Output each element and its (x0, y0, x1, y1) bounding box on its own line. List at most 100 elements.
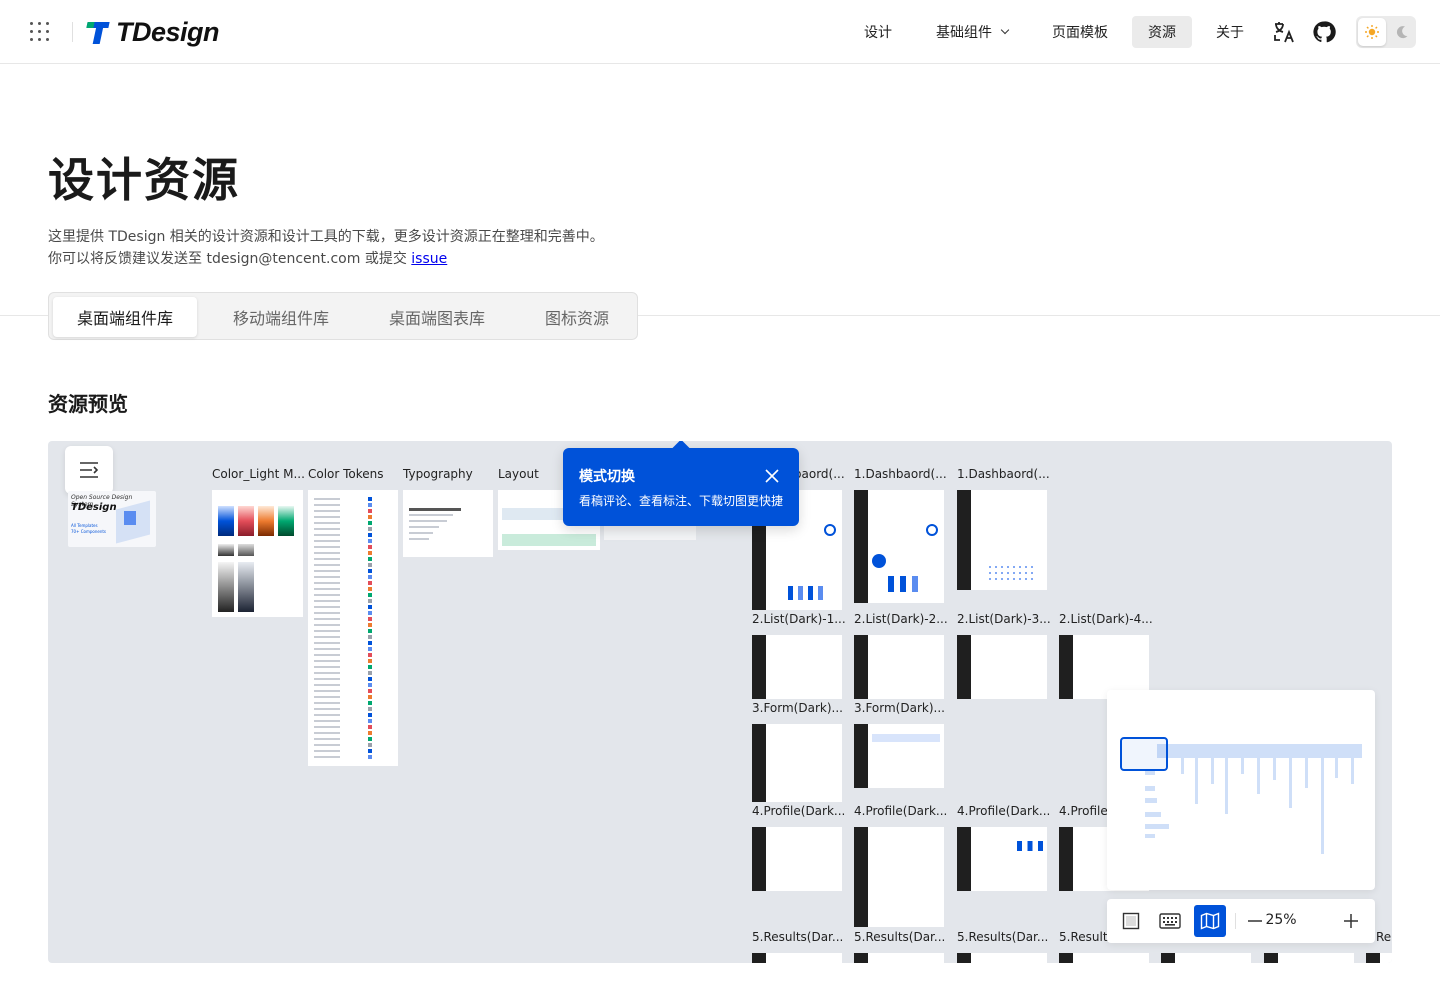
nav-design[interactable]: 设计 (852, 16, 904, 48)
frame-thumbnail-profile-1[interactable] (752, 827, 842, 891)
token-row (314, 618, 340, 620)
token-swatch (368, 665, 372, 669)
frame-thumbnail-results-2[interactable] (854, 953, 944, 963)
token-swatch (368, 605, 372, 609)
frame-thumbnail-list-3[interactable] (957, 635, 1047, 699)
nav-about[interactable]: 关于 (1204, 16, 1256, 48)
frame-thumbnail-profile-3[interactable] (957, 827, 1047, 891)
token-row (314, 612, 340, 614)
token-row (314, 678, 340, 680)
frame-thumbnail-list-1[interactable] (752, 635, 842, 699)
tab-mobile-components[interactable]: 移动端组件库 (209, 297, 353, 337)
token-row (314, 606, 340, 608)
token-row (314, 576, 340, 578)
token-swatch (368, 701, 372, 705)
frame-thumbnail-typography[interactable] (403, 490, 493, 557)
cover-graphic-block (124, 511, 136, 525)
token-row (314, 510, 340, 512)
token-row (314, 654, 340, 656)
frame-label: 5.Results(Dar... (957, 930, 1049, 944)
tab-desktop-charts[interactable]: 桌面端图表库 (365, 297, 509, 337)
frame-thumbnail-results-5[interactable] (1161, 953, 1251, 963)
nav-design-label: 设计 (864, 25, 892, 41)
nav-templates[interactable]: 页面模板 (1040, 16, 1120, 48)
zoom-in-button[interactable] (1335, 905, 1367, 937)
keyboard-shortcuts-button[interactable] (1154, 905, 1186, 937)
token-swatch (368, 497, 372, 501)
token-row (314, 504, 340, 506)
tab-desktop-components-label: 桌面端组件库 (76, 309, 173, 328)
frame-label: 2.List(Dark)-3... (957, 612, 1051, 626)
menu-icon (80, 462, 99, 478)
frame-thumbnail-results-1[interactable] (752, 953, 842, 963)
frame-thumbnail-hidden[interactable] (604, 526, 696, 540)
nav-components-label: 基础组件 (936, 25, 992, 41)
minimap-panel[interactable] (1107, 690, 1375, 890)
frame-thumbnail-dashboard-3[interactable] (957, 490, 1047, 590)
frame-thumbnail-results-3[interactable] (957, 953, 1047, 963)
keyboard-icon (1159, 913, 1181, 929)
description-line-2: 你可以将反馈建议发送至 tdesign@tencent.com 或提交 issu… (48, 248, 447, 268)
token-swatch (368, 629, 372, 633)
resource-tabs: 桌面端组件库 移动端组件库 桌面端图表库 图标资源 (48, 292, 638, 340)
frame-label: Color_Light M... (212, 467, 305, 481)
sun-icon[interactable] (1358, 18, 1386, 46)
frame-label: 4.Profile(Dark... (854, 804, 948, 818)
token-swatch (368, 689, 372, 693)
frame-thumbnail-color-tokens[interactable] (308, 490, 398, 766)
frame-view-button[interactable] (1115, 905, 1147, 937)
token-row (314, 648, 340, 650)
design-preview-canvas[interactable]: Open Source Design System TDesign All Te… (48, 441, 1392, 963)
frame-thumbnail-profile-2[interactable] (854, 827, 944, 927)
token-swatch (368, 509, 372, 513)
tooltip-arrow (672, 441, 690, 457)
zoom-level: 25% (1265, 912, 1297, 928)
header-divider (72, 22, 73, 42)
close-icon[interactable] (765, 468, 779, 483)
token-swatch (368, 749, 372, 753)
tab-icon-resources[interactable]: 图标资源 (521, 297, 633, 337)
frame-thumbnail-form-2[interactable] (854, 724, 944, 788)
translate-icon[interactable] (1272, 20, 1296, 44)
frame-thumbnail-list-2[interactable] (854, 635, 944, 699)
frame-label: Re (1376, 930, 1392, 944)
menu-toggle-button[interactable] (65, 446, 113, 494)
section-title: 资源预览 (48, 392, 128, 416)
frame-label: 2.List(Dark)-1... (752, 612, 846, 626)
minimap-icon (1200, 912, 1220, 930)
tdesign-logo[interactable]: TDesign (86, 14, 220, 50)
token-swatch (368, 557, 372, 561)
token-row (314, 684, 340, 686)
token-row (314, 594, 340, 596)
token-swatch (368, 671, 372, 675)
frame-thumbnail-form-1[interactable] (752, 724, 842, 802)
token-swatch (368, 563, 372, 567)
token-swatch (368, 569, 372, 573)
tab-desktop-components[interactable]: 桌面端组件库 (53, 297, 197, 337)
token-row (314, 726, 340, 728)
token-swatch (368, 617, 372, 621)
frame-thumbnail-results-7[interactable] (1366, 953, 1392, 963)
github-icon[interactable] (1312, 20, 1336, 44)
token-row (314, 624, 340, 626)
cover-thumbnail[interactable]: Open Source Design System TDesign All Te… (68, 491, 156, 547)
frame-thumbnail-color-light[interactable] (212, 490, 303, 617)
token-row (314, 756, 340, 758)
frame-thumbnail-results-6[interactable] (1264, 953, 1354, 963)
minimap-toggle-button[interactable] (1194, 905, 1226, 937)
issue-link[interactable]: issue (411, 251, 447, 267)
token-swatch (368, 593, 372, 597)
token-swatch (368, 551, 372, 555)
frame-thumbnail-dashboard-2[interactable] (854, 490, 944, 603)
frame-thumbnail-results-4[interactable] (1059, 953, 1149, 963)
token-swatch (368, 731, 372, 735)
apps-grid-icon[interactable] (30, 22, 50, 42)
theme-toggle[interactable] (1356, 16, 1416, 48)
nav-resources[interactable]: 资源 (1132, 16, 1192, 48)
nav-components[interactable]: 基础组件 (920, 16, 1024, 48)
token-row (314, 522, 340, 524)
token-swatch (368, 545, 372, 549)
token-row (314, 732, 340, 734)
token-row (314, 690, 340, 692)
moon-icon[interactable] (1390, 20, 1414, 44)
